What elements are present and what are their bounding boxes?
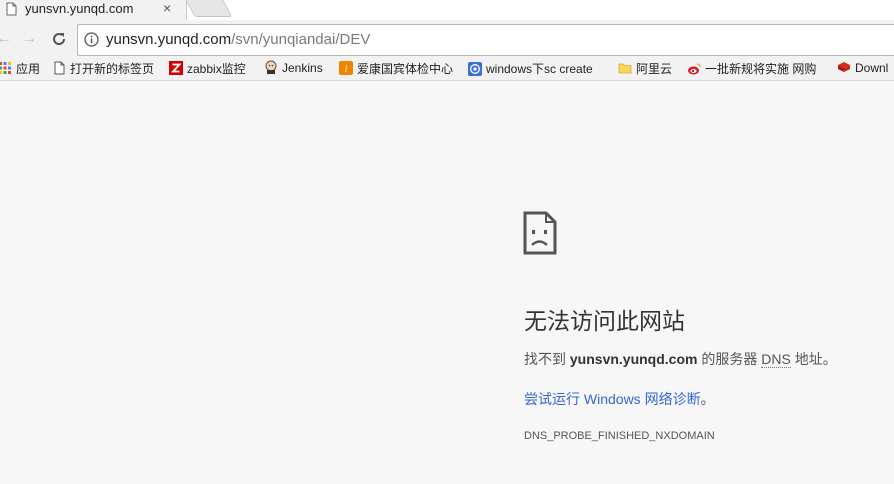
bookmark-label: 打开新的标签页 bbox=[70, 62, 155, 76]
diagnostics-link-tail: 。 bbox=[700, 391, 715, 407]
sad-page-icon bbox=[523, 211, 557, 255]
back-button[interactable]: ← bbox=[0, 29, 12, 49]
close-icon[interactable]: × bbox=[163, 0, 171, 16]
bookmark-label: zabbix监控 bbox=[187, 62, 246, 76]
page-icon bbox=[54, 61, 65, 75]
bookmark-label: Jenkins bbox=[282, 61, 323, 75]
document-icon bbox=[6, 2, 17, 16]
diagnostics-link-text[interactable]: 尝试运行 Windows 网络诊断 bbox=[524, 391, 701, 407]
bookmark-new-tab[interactable]: 打开新的标签页 bbox=[52, 60, 154, 78]
toolbar: ← → yunsvn.yunqd.com/svn/yunqiandai/DEV bbox=[0, 20, 894, 58]
bookmark-windows-sc[interactable]: windows下sc create bbox=[468, 60, 593, 78]
apps-grid-icon bbox=[0, 62, 11, 74]
redis-icon bbox=[838, 62, 850, 72]
new-tab-button[interactable] bbox=[185, 0, 233, 17]
bookmark-ikang[interactable]: i 爱康国宾体检中心 bbox=[339, 60, 453, 78]
ikang-icon: i bbox=[339, 61, 353, 75]
bookmark-label: 一批新规将实施 网购 bbox=[705, 62, 817, 76]
reload-icon[interactable] bbox=[49, 29, 69, 49]
svg-text:i: i bbox=[345, 64, 348, 75]
bookmark-label: 爱康国宾体检中心 bbox=[357, 62, 454, 76]
bookmark-aliyun[interactable]: 阿里云 bbox=[618, 60, 672, 78]
bookmark-label: 阿里云 bbox=[636, 62, 673, 76]
bookmark-label: windows下sc create bbox=[486, 62, 593, 76]
bookmark-label: Downl bbox=[855, 61, 889, 75]
network-diagnostics-link[interactable]: 尝试运行 Windows 网络诊断。 bbox=[524, 389, 715, 409]
folder-icon bbox=[618, 63, 632, 74]
jenkins-icon bbox=[265, 60, 277, 74]
bookmark-label: 应用 bbox=[16, 62, 41, 76]
error-suffix: 地址。 bbox=[790, 351, 837, 367]
forward-button[interactable]: → bbox=[21, 29, 37, 49]
error-host: yunsvn.yunqd.com bbox=[569, 351, 698, 367]
error-prefix: 找不到 bbox=[524, 351, 570, 367]
dns-abbr: DNS bbox=[761, 351, 791, 368]
bookmark-zabbix[interactable]: zabbix监控 bbox=[169, 60, 246, 78]
url-host: yunsvn.yunqd.com bbox=[106, 31, 232, 48]
tab-active[interactable]: yunsvn.yunqd.com × bbox=[0, 0, 187, 20]
address-bar[interactable]: yunsvn.yunqd.com/svn/yunqiandai/DEV bbox=[77, 24, 894, 56]
url-path: /svn/yunqiandai/DEV bbox=[231, 31, 371, 48]
error-mid: 的服务器 bbox=[697, 351, 762, 367]
tab-strip: yunsvn.yunqd.com × bbox=[0, 0, 894, 20]
tab-title: yunsvn.yunqd.com bbox=[25, 1, 134, 16]
info-icon[interactable] bbox=[84, 32, 99, 47]
weibo-icon bbox=[688, 63, 701, 75]
zabbix-icon bbox=[169, 61, 183, 75]
bookmark-download[interactable]: Downl bbox=[837, 60, 888, 78]
error-title: 无法访问此网站 bbox=[524, 308, 685, 334]
globe-icon bbox=[468, 62, 482, 76]
bookmarks-bar: 应用 打开新的标签页 zabbix监控 Jenkins i 爱康国宾体检中心 w… bbox=[0, 58, 894, 81]
bookmark-apps[interactable]: 应用 bbox=[0, 60, 40, 78]
bookmark-weibo[interactable]: 一批新规将实施 网购 bbox=[687, 60, 816, 78]
error-message: 找不到 yunsvn.yunqd.com 的服务器 DNS 地址。 bbox=[524, 349, 837, 369]
url-text[interactable]: yunsvn.yunqd.com/svn/yunqiandai/DEV bbox=[106, 31, 370, 48]
bookmark-jenkins[interactable]: Jenkins bbox=[264, 60, 323, 78]
error-code: DNS_PROBE_FINISHED_NXDOMAIN bbox=[524, 430, 715, 442]
